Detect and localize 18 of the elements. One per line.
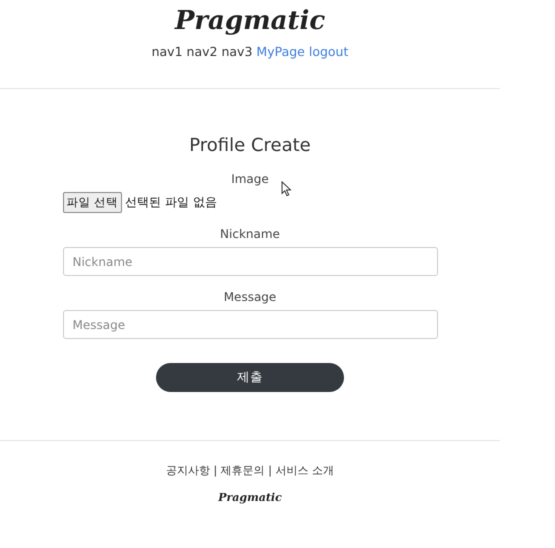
field-label: Image — [231, 172, 269, 186]
nav-link[interactable]: MyPage — [256, 44, 305, 59]
nav-link[interactable]: nav2 — [186, 44, 218, 59]
file-status: 선택된 파일 없음 — [125, 194, 217, 211]
input-field[interactable]: Message — [62, 310, 438, 339]
footer-logo: Pragmatic — [218, 491, 282, 504]
field-label: Message — [224, 290, 276, 304]
cursor-icon — [281, 181, 292, 197]
nav-link[interactable]: nav3 — [221, 44, 252, 59]
nav-link[interactable]: nav1 — [152, 44, 183, 59]
form-title: Profile Create — [189, 135, 311, 156]
field-label: Nickname — [220, 227, 280, 241]
site-logo[interactable]: Pragmatic — [174, 6, 326, 36]
submit-button[interactable]: 제출 — [156, 363, 344, 392]
input-field[interactable]: Nickname — [62, 247, 438, 276]
footer-links[interactable]: 공지사항 | 제휴문의 | 서비스 소개 — [166, 463, 334, 478]
file-select-button[interactable]: 파일 선택 — [62, 192, 122, 213]
nav-link[interactable]: logout — [308, 44, 348, 59]
